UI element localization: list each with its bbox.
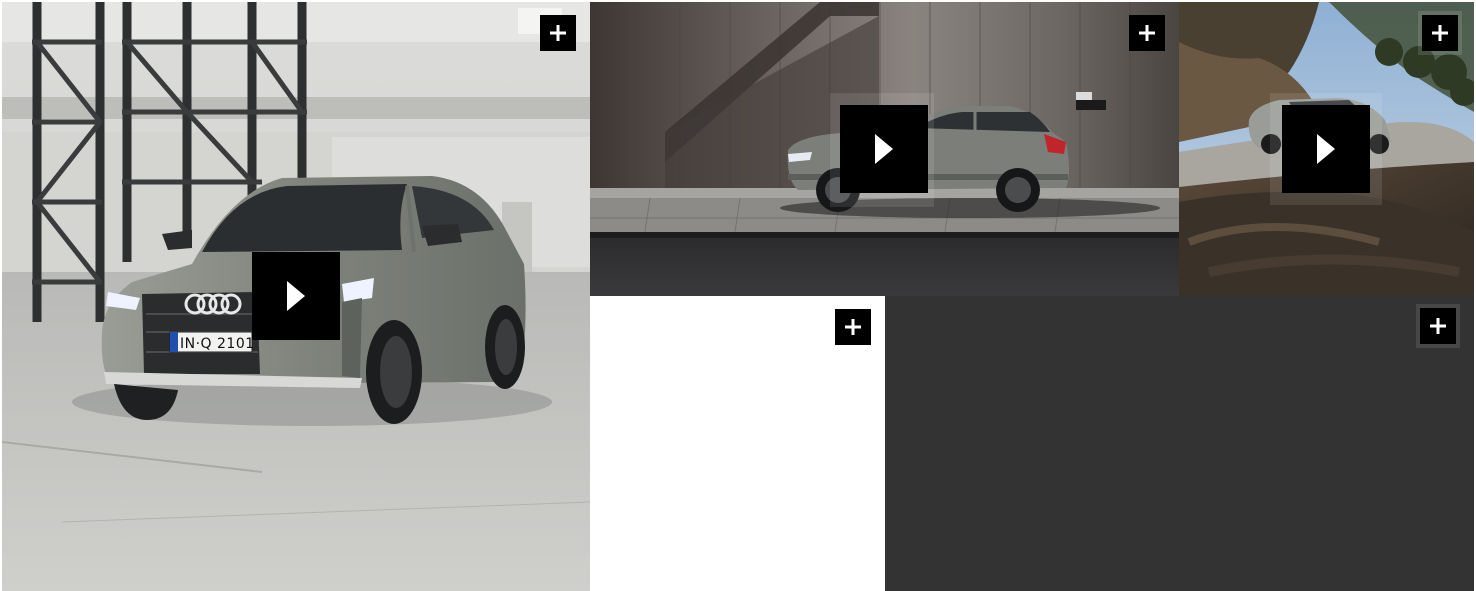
play-icon bbox=[875, 134, 893, 164]
gallery-tile-blank-light[interactable] bbox=[590, 296, 885, 591]
gallery-tile-wall-video[interactable] bbox=[590, 2, 1179, 296]
license-plate-text: IN·Q 2101 bbox=[180, 336, 255, 352]
play-video-button[interactable] bbox=[252, 252, 340, 340]
gallery-tile-road-video[interactable] bbox=[1179, 2, 1474, 296]
expand-button[interactable] bbox=[540, 15, 576, 51]
expand-button[interactable] bbox=[1420, 308, 1456, 344]
play-video-button[interactable] bbox=[1282, 105, 1370, 193]
gallery-tile-warehouse-video[interactable]: IN·Q 2101 bbox=[2, 2, 590, 591]
plus-icon bbox=[1430, 318, 1446, 334]
plus-icon bbox=[1139, 25, 1155, 41]
media-gallery: IN·Q 2101 bbox=[0, 0, 1476, 591]
gallery-tile-blank-dark[interactable] bbox=[885, 296, 1474, 591]
plus-icon bbox=[845, 319, 861, 335]
expand-button[interactable] bbox=[835, 309, 871, 345]
plus-icon bbox=[1432, 25, 1448, 41]
expand-button[interactable] bbox=[1422, 15, 1458, 51]
expand-button[interactable] bbox=[1129, 15, 1165, 51]
plus-icon bbox=[550, 25, 566, 41]
play-video-button[interactable] bbox=[840, 105, 928, 193]
play-icon bbox=[1317, 134, 1335, 164]
play-icon bbox=[287, 281, 305, 311]
